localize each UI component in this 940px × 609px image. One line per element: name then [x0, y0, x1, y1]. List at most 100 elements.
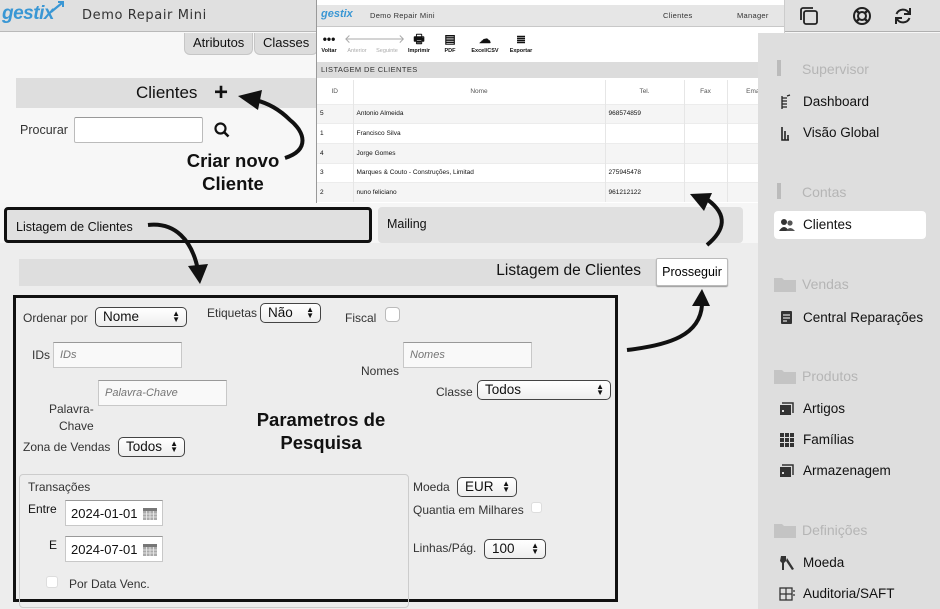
windows-icon[interactable] — [799, 6, 819, 26]
fiscal-label: Fiscal — [345, 311, 377, 325]
select-arrows-icon: ▲ ▼ — [170, 439, 178, 454]
sidebar-item-armazenagem[interactable]: Armazenagem — [774, 457, 926, 485]
search-input[interactable] — [74, 117, 203, 143]
names-input[interactable] — [403, 342, 532, 368]
column-header-fax[interactable]: Fax — [684, 80, 728, 104]
table-row[interactable]: 1 Francisco Silva — [317, 123, 782, 144]
sales-zone-select[interactable]: Todos ▲ ▼ — [118, 437, 185, 457]
preview-list-bar: LISTAGEM DE CLIENTES 1..8 / 8 — [317, 62, 784, 78]
lifebuoy-icon[interactable] — [852, 6, 872, 26]
cell-id: 1 — [317, 123, 354, 144]
sidebar-item-label: Central Reparações — [803, 310, 924, 325]
date-from-input[interactable]: 2024-01-01 — [65, 500, 163, 526]
column-header-name[interactable]: Nome — [353, 80, 606, 104]
cell-fax — [684, 103, 728, 124]
chart-icon — [781, 127, 789, 141]
sidebar-item-moeda[interactable]: Moeda — [774, 549, 926, 577]
cell-id: 4 — [317, 142, 354, 164]
tab-mailing[interactable]: Mailing — [378, 207, 743, 243]
supervisor-icon — [777, 60, 781, 76]
table-row[interactable]: 2 nuno feliciano 961212122 — [317, 182, 782, 203]
table-row[interactable]: 5 Antonio Almeida 968574859 — [317, 103, 782, 124]
clientes-header: Clientes + — [16, 78, 316, 108]
thousands-label: Quantia em Milhares — [413, 503, 524, 517]
labels-select[interactable]: Não ▲ ▼ — [260, 303, 321, 323]
ids-input[interactable] — [53, 342, 182, 368]
back-button[interactable]: ••• Voltar — [320, 30, 338, 54]
preview-user: Manager — [737, 11, 769, 20]
attributes-tab[interactable]: Atributos — [184, 33, 254, 55]
date-value: 2024-07-01 — [71, 542, 138, 557]
order-by-label: Ordenar por — [23, 311, 88, 325]
plus-icon[interactable]: + — [214, 79, 228, 107]
sidebar-item-label: Artigos — [803, 401, 846, 416]
dashboard-icon — [781, 94, 791, 109]
search-parameters-annotation: Parametros de Pesquisa — [226, 408, 416, 454]
cell-fax — [684, 182, 728, 203]
thousands-checkbox[interactable] — [531, 502, 542, 513]
create-client-annotation: Criar novo Cliente — [178, 149, 288, 195]
audit-icon — [779, 587, 795, 601]
table-row[interactable]: 3 Marques & Couto - Construções, Limitad 2… — [317, 162, 782, 183]
table-row[interactable]: 4 Jorge Gomes — [317, 142, 782, 164]
keyword-input[interactable] — [98, 380, 227, 406]
class-select[interactable]: Todos ▲ ▼ — [477, 380, 611, 400]
database-icon: ≣ — [515, 32, 527, 46]
sidebar-item-clientes[interactable]: Clientes — [774, 211, 926, 239]
pdf-button[interactable]: ▤ PDF — [441, 30, 459, 54]
rows-per-page-label: Linhas/Pág. — [413, 541, 477, 555]
tools-icon — [780, 556, 794, 570]
sidebar-item-label: Dashboard — [803, 94, 870, 109]
sidebar-item-label: Auditoria/SAFT — [803, 586, 895, 601]
search-icon[interactable] — [213, 121, 231, 139]
sidebar-item-familias[interactable]: Famílias — [774, 426, 926, 454]
sidebar-group-contas: Contas — [802, 184, 847, 200]
tab-client-listing[interactable]: Listagem de Clientes — [4, 207, 372, 243]
next-button[interactable]: 🡒 Seguinte — [373, 30, 406, 54]
sidebar-item-label: Famílias — [803, 432, 855, 447]
previous-button[interactable]: 🡐 Anterior — [344, 30, 376, 54]
table-header-row: ID Nome Tel. Fax Email — [317, 80, 782, 104]
folder-icon — [774, 524, 796, 538]
calendar-icon[interactable] — [143, 543, 157, 556]
rows-per-page-select[interactable]: 100 ▲ ▼ — [484, 539, 546, 559]
sidebar-item-label: Moeda — [803, 555, 845, 570]
preview-section: Clientes — [663, 11, 693, 20]
currency-label: Moeda — [413, 480, 450, 494]
top-bar: gestix Demo Repair Mini — [0, 0, 316, 32]
classes-tab[interactable]: Classes — [254, 33, 319, 55]
preview-app-title: Demo Repair Mini — [370, 11, 435, 20]
fiscal-checkbox[interactable] — [385, 307, 400, 322]
and-label: E — [49, 538, 58, 552]
currency-select[interactable]: EUR ▲ ▼ — [457, 477, 517, 497]
names-label: Nomes — [361, 364, 400, 378]
excel-csv-button[interactable]: ☁ Excel/CSV — [467, 30, 503, 54]
sidebar-item-global-view[interactable]: Visão Global — [774, 119, 926, 147]
ids-label: IDs — [32, 348, 50, 362]
column-header-id[interactable]: ID — [317, 80, 354, 104]
column-header-phone[interactable]: Tel. — [605, 80, 685, 104]
date-to-input[interactable]: 2024-07-01 — [65, 536, 163, 562]
tab-label: Mailing — [387, 217, 427, 231]
sidebar-item-central-repairs[interactable]: Central Reparações — [774, 304, 926, 332]
grid-icon — [780, 433, 794, 447]
sidebar-item-dashboard[interactable]: Dashboard — [774, 88, 926, 116]
keyword-label-line1: Palavra- — [49, 402, 94, 416]
sidebar-item-label: Visão Global — [803, 125, 880, 140]
sidebar-item-auditoria[interactable]: Auditoria/SAFT — [774, 580, 926, 608]
export-button[interactable]: ≣ Exportar — [506, 30, 536, 54]
sales-zone-label: Zona de Vendas — [23, 440, 111, 454]
arrow-right-icon: 🡒 — [373, 32, 406, 46]
due-date-checkbox[interactable] — [46, 576, 58, 588]
cell-name: Francisco Silva — [353, 123, 606, 144]
proceed-button[interactable]: Prosseguir — [656, 258, 728, 286]
calendar-icon[interactable] — [143, 507, 157, 520]
refresh-icon[interactable] — [893, 6, 913, 26]
sidebar-item-artigos[interactable]: Artigos — [774, 395, 926, 423]
gestix-logo[interactable]: gestix — [2, 1, 64, 25]
app-root: gestix Demo Repair Mini Atributos Classe… — [0, 0, 940, 609]
select-arrows-icon: ▲ ▼ — [596, 382, 604, 397]
print-button[interactable]: 🖶 Imprimir — [404, 30, 434, 54]
sidebar-group-definicoes: Definições — [802, 522, 868, 538]
order-by-select[interactable]: Nome ▲ ▼ — [95, 307, 187, 327]
